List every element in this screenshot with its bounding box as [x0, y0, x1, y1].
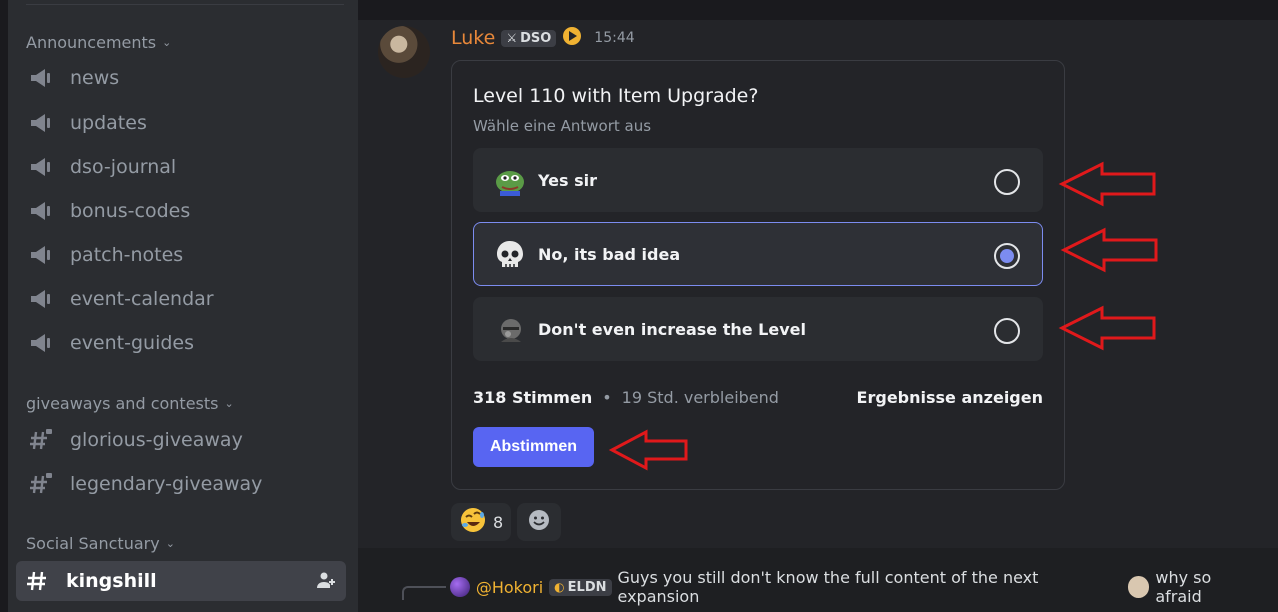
- add-reaction-icon: [528, 509, 550, 535]
- channel-legendary-giveaway[interactable]: legendary-giveaway: [20, 465, 346, 503]
- channel-label: legendary-giveaway: [70, 473, 263, 495]
- reaction-count: 8: [493, 512, 504, 532]
- reply-preview[interactable]: @Hokori ◐ ELDN Guys you still don't know…: [402, 568, 1262, 606]
- rofl-emoji-icon: [459, 506, 487, 538]
- chevron-down-icon: ⌄: [162, 35, 172, 49]
- channel-label: event-guides: [70, 332, 195, 354]
- category-label: Social Sanctuary: [26, 533, 160, 553]
- play-badge-icon: [562, 26, 582, 50]
- server-tag-label: ELDN: [567, 579, 607, 595]
- author-name[interactable]: Luke: [451, 27, 495, 49]
- timestamp: 15:44: [594, 30, 635, 46]
- channel-label: patch-notes: [70, 244, 184, 266]
- channel-kingshill[interactable]: kingshill: [16, 561, 346, 601]
- megaphone-icon: [28, 199, 54, 223]
- poll-option-yes-sir[interactable]: Yes sir: [473, 148, 1043, 212]
- radio-button-selected[interactable]: [994, 243, 1020, 269]
- megaphone-icon: [28, 111, 54, 135]
- poll-option-dont-increase[interactable]: Don't even increase the Level: [473, 297, 1043, 361]
- category-giveaways[interactable]: giveaways and contests ⌄: [26, 393, 234, 413]
- channel-glorious-giveaway[interactable]: glorious-giveaway: [20, 421, 346, 459]
- channel-sidebar: Announcements ⌄ news updates dso-journal…: [8, 0, 358, 612]
- pepe-emoji-icon: [494, 165, 526, 197]
- channel-bonus-codes[interactable]: bonus-codes: [20, 192, 346, 230]
- separator-dot: •: [602, 387, 612, 407]
- vote-count: 318 Stimmen: [473, 387, 593, 407]
- megaphone-icon: [28, 287, 54, 311]
- chevron-down-icon: ⌄: [224, 396, 234, 410]
- channel-dso-journal[interactable]: dso-journal: [20, 148, 346, 186]
- reply-text: Guys you still don't know the full conte…: [617, 568, 1039, 606]
- category-label: giveaways and contests: [26, 393, 219, 413]
- annotation-arrow-icon: [608, 429, 688, 471]
- server-tag-label: DSO: [520, 30, 552, 46]
- reply-connector: [402, 586, 446, 600]
- badge-icon: ◐: [554, 580, 565, 594]
- reply-author[interactable]: @Hokori: [476, 578, 543, 597]
- poll-card: Level 110 with Item Upgrade? Wähle eine …: [451, 60, 1065, 490]
- option-label: No, its bad idea: [538, 245, 681, 264]
- poll-footer: 318 Stimmen • 19 Std. verbleibend Ergebn…: [473, 387, 1043, 407]
- channel-label: updates: [70, 112, 147, 134]
- channel-event-guides[interactable]: event-guides: [20, 324, 346, 362]
- reaction-rofl[interactable]: 8: [451, 503, 512, 541]
- option-label: Yes sir: [538, 171, 597, 190]
- server-tag: ◐ ELDN: [549, 578, 612, 596]
- channel-label: news: [70, 67, 120, 89]
- category-social-sanctuary[interactable]: Social Sanctuary ⌄: [26, 533, 175, 553]
- reactions-bar: 8: [451, 503, 562, 541]
- annotation-arrow-icon: [1060, 227, 1158, 273]
- add-user-icon[interactable]: [316, 570, 336, 590]
- time-remaining: 19 Std. verbleibend: [621, 387, 779, 407]
- vote-button[interactable]: Abstimmen: [473, 427, 594, 467]
- megaphone-icon: [28, 243, 54, 267]
- emoji-icon: [1127, 576, 1150, 598]
- divider: [26, 4, 344, 5]
- option-label: Don't even increase the Level: [538, 320, 806, 339]
- channel-label: bonus-codes: [70, 200, 191, 222]
- radio-button[interactable]: [994, 169, 1020, 195]
- channel-news[interactable]: news: [20, 59, 346, 97]
- chevron-down-icon: ⌄: [165, 536, 175, 550]
- reply-text-end: why so afraid: [1155, 568, 1212, 606]
- channel-label: kingshill: [66, 570, 157, 592]
- channel-updates[interactable]: updates: [20, 104, 346, 142]
- avatar: [450, 577, 470, 597]
- category-label: Announcements: [26, 32, 157, 52]
- locked-hash-icon: [28, 428, 54, 452]
- previous-message-area: [358, 0, 1278, 20]
- channel-patch-notes[interactable]: patch-notes: [20, 236, 346, 274]
- locked-hash-icon: [28, 472, 54, 496]
- channel-event-calendar[interactable]: event-calendar: [20, 280, 346, 318]
- annotation-arrow-icon: [1058, 161, 1156, 207]
- skull-emoji-icon: [494, 239, 526, 271]
- show-results-link[interactable]: Ergebnisse anzeigen: [857, 388, 1043, 407]
- poll-option-no-bad-idea[interactable]: No, its bad idea: [473, 222, 1043, 286]
- chat-area: Luke ⚔ DSO 15:44 Level 110 with Item Upg…: [358, 0, 1278, 612]
- annotation-arrow-icon: [1058, 305, 1156, 351]
- megaphone-icon: [28, 331, 54, 355]
- megaphone-icon: [28, 66, 54, 90]
- avatar[interactable]: [378, 26, 430, 78]
- poll-subtitle: Wähle eine Antwort aus: [473, 117, 652, 135]
- channel-label: event-calendar: [70, 288, 214, 310]
- radio-button[interactable]: [994, 318, 1020, 344]
- channel-label: glorious-giveaway: [70, 429, 243, 451]
- hash-icon: [24, 569, 50, 593]
- channel-label: dso-journal: [70, 156, 177, 178]
- category-announcements[interactable]: Announcements ⌄: [26, 32, 171, 52]
- message-header: Luke ⚔ DSO 15:44: [451, 26, 635, 50]
- sword-icon: ⚔: [506, 31, 518, 45]
- poll-question: Level 110 with Item Upgrade?: [473, 85, 759, 107]
- add-reaction-button[interactable]: [517, 503, 562, 541]
- knight-emoji-icon: [494, 314, 526, 346]
- megaphone-icon: [28, 155, 54, 179]
- poll-message: Luke ⚔ DSO 15:44 Level 110 with Item Upg…: [358, 20, 1278, 548]
- server-tag[interactable]: ⚔ DSO: [501, 29, 557, 47]
